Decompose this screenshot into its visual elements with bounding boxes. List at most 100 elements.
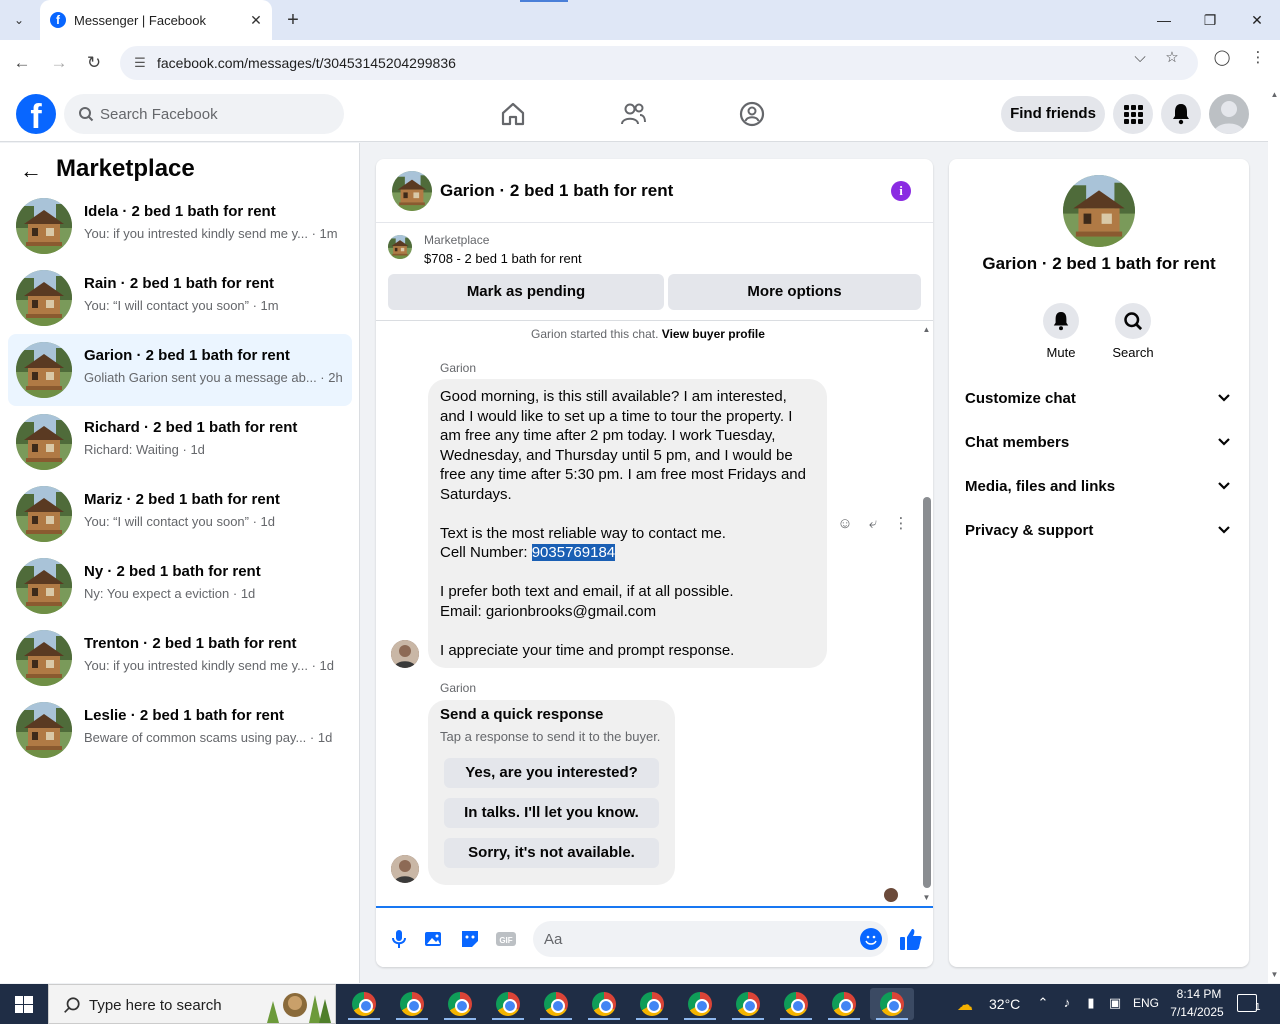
volume-icon[interactable]: ♪ [1058,994,1076,1012]
view-buyer-profile-link[interactable]: View buyer profile [662,327,765,341]
listing-price[interactable]: $708 - 2 bed 1 bath for rent [424,251,582,266]
notification-center-icon[interactable] [1237,994,1257,1012]
groups-icon[interactable] [738,100,766,128]
info-section-customize-chat[interactable]: Customize chat [965,381,1233,417]
install-app-icon[interactable]: ⌵ [1130,48,1150,68]
clock-date[interactable]: 7/14/2025 [1166,1005,1228,1019]
conversation-item[interactable]: Richard · 2 bed 1 bath for rent Richard: … [8,406,352,478]
reply-icon[interactable]: ⤶ [863,514,883,534]
taskbar-chrome-icon[interactable] [822,988,866,1020]
thread-scrollbar[interactable]: ▲ ▼ [920,321,933,906]
thumbs-up-icon[interactable] [898,926,924,952]
chat-avatar[interactable] [392,171,432,211]
tab-close-icon[interactable]: ✕ [246,10,266,30]
weather-temperature[interactable]: 32°C [989,996,1020,1012]
friends-icon[interactable] [619,100,647,128]
menu-grid-button[interactable] [1113,94,1153,134]
network-icon[interactable]: ▣ [1106,994,1124,1012]
chevron-down-icon [1218,526,1230,534]
restore-icon[interactable]: ❐ [1198,8,1222,32]
url-text[interactable]: facebook.com/messages/t/3045314520429983… [157,55,456,71]
profile-icon[interactable]: ◯ [1212,48,1232,68]
react-emoji-icon[interactable]: ☺ [835,514,855,534]
home-icon[interactable] [499,100,527,128]
scrollbar-thumb[interactable] [923,497,931,888]
quick-response-not-available-button[interactable]: Sorry, it's not available. [444,838,659,868]
taskbar-chrome-icon[interactable] [390,988,434,1020]
window-close-icon[interactable]: ✕ [1245,8,1269,32]
find-friends-button[interactable]: Find friends [1001,96,1105,132]
conversation-item[interactable]: Trenton · 2 bed 1 bath for rent You: if y… [8,622,352,694]
account-avatar[interactable] [1209,94,1249,134]
taskbar-search-box[interactable]: Type here to search [48,984,336,1024]
message-bubble[interactable]: Good morning, is this still available? I… [428,379,827,668]
taskbar-chrome-icon[interactable] [582,988,626,1020]
quick-response-in-talks-button[interactable]: In talks. I'll let you know. [444,798,659,828]
emoji-icon[interactable] [860,928,882,950]
taskbar-chrome-icon[interactable] [486,988,530,1020]
gif-icon[interactable]: GIF [495,928,517,950]
site-settings-icon[interactable]: ☰ [132,55,148,71]
quick-response-yes-button[interactable]: Yes, are you interested? [444,758,659,788]
taskbar-chrome-icon[interactable] [678,988,722,1020]
browser-menu-icon[interactable]: ⋮ [1248,48,1268,68]
taskbar-chrome-icon[interactable] [870,988,914,1020]
more-options-button[interactable]: More options [668,274,921,310]
conversation-item[interactable]: Leslie · 2 bed 1 bath for rent Beware of … [8,694,352,766]
listing-thumbnail[interactable] [388,235,412,259]
start-button[interactable] [0,984,48,1024]
language-indicator[interactable]: ENG [1133,996,1159,1010]
photo-icon[interactable] [423,928,445,950]
bookmark-star-icon[interactable]: ☆ [1162,48,1182,68]
cell-number-selected[interactable]: 9035769184 [531,544,616,561]
notifications-button[interactable] [1161,94,1201,134]
taskbar-chrome-icon[interactable] [726,988,770,1020]
info-section-chat-members[interactable]: Chat members [965,425,1233,461]
back-arrow-icon[interactable]: ← [10,51,34,75]
taskbar-chrome-icon[interactable] [438,988,482,1020]
browser-tab-messenger[interactable]: f Messenger | Facebook ✕ [40,0,272,40]
taskbar-chrome-icon[interactable] [342,988,386,1020]
facebook-logo-icon[interactable]: f [16,94,56,134]
microphone-icon[interactable] [388,928,410,950]
reload-icon[interactable]: ↻ [82,51,106,75]
sender-avatar[interactable] [391,855,419,883]
listing-photo[interactable] [1063,175,1135,247]
info-icon[interactable]: i [891,181,911,201]
page-scroll-up-icon[interactable]: ▲ [1270,90,1279,99]
forward-arrow-icon[interactable]: → [47,51,71,75]
new-tab-plus-icon[interactable]: + [282,9,304,31]
conversation-item[interactable]: Idela · 2 bed 1 bath for rent You: if you… [8,190,352,262]
battery-icon[interactable]: ▮ [1082,994,1100,1012]
sender-avatar[interactable] [391,640,419,668]
scroll-down-arrow-icon[interactable]: ▼ [922,893,931,902]
tab-list-chevron-icon[interactable]: ⌄ [8,10,30,30]
conversation-item[interactable]: Ny · 2 bed 1 bath for rent Ny: You expect… [8,550,352,622]
search-input[interactable] [100,94,330,134]
back-arrow-icon[interactable]: ← [20,159,44,183]
minimize-icon[interactable]: — [1152,8,1176,32]
chat-title[interactable]: Garion · 2 bed 1 bath for rent [440,181,673,201]
message-input[interactable] [533,921,888,957]
clock-time[interactable]: 8:14 PM [1170,987,1228,1001]
info-section-media-files-and-links[interactable]: Media, files and links [965,469,1233,505]
address-bar[interactable]: ☰ facebook.com/messages/t/30453145204299… [120,46,1198,80]
page-scroll-down-icon[interactable]: ▼ [1270,970,1279,979]
mark-as-pending-button[interactable]: Mark as pending [388,274,664,310]
scroll-up-arrow-icon[interactable]: ▲ [922,325,931,334]
more-actions-icon[interactable]: ⋮ [891,514,911,534]
tray-chevron-up-icon[interactable]: ⌃ [1034,994,1052,1012]
taskbar-chrome-icon[interactable] [774,988,818,1020]
taskbar-chrome-icon[interactable] [630,988,674,1020]
conversation-item[interactable]: Mariz · 2 bed 1 bath for rent You: “I wil… [8,478,352,550]
sticker-icon[interactable] [459,928,481,950]
facebook-search-box[interactable] [64,94,344,134]
taskbar-chrome-icon[interactable] [534,988,578,1020]
conversation-item[interactable]: Rain · 2 bed 1 bath for rent You: “I will… [8,262,352,334]
conversation-item[interactable]: Garion · 2 bed 1 bath for rent Goliath Ga… [8,334,352,406]
page-scrollbar[interactable]: ▲ ▼ [1268,86,1280,983]
search-conversation-button[interactable]: Search [1103,303,1163,360]
mute-button[interactable]: Mute [1031,303,1091,360]
info-section-privacy-support[interactable]: Privacy & support [965,513,1233,549]
weather-icon[interactable]: ☁ [957,995,973,1015]
